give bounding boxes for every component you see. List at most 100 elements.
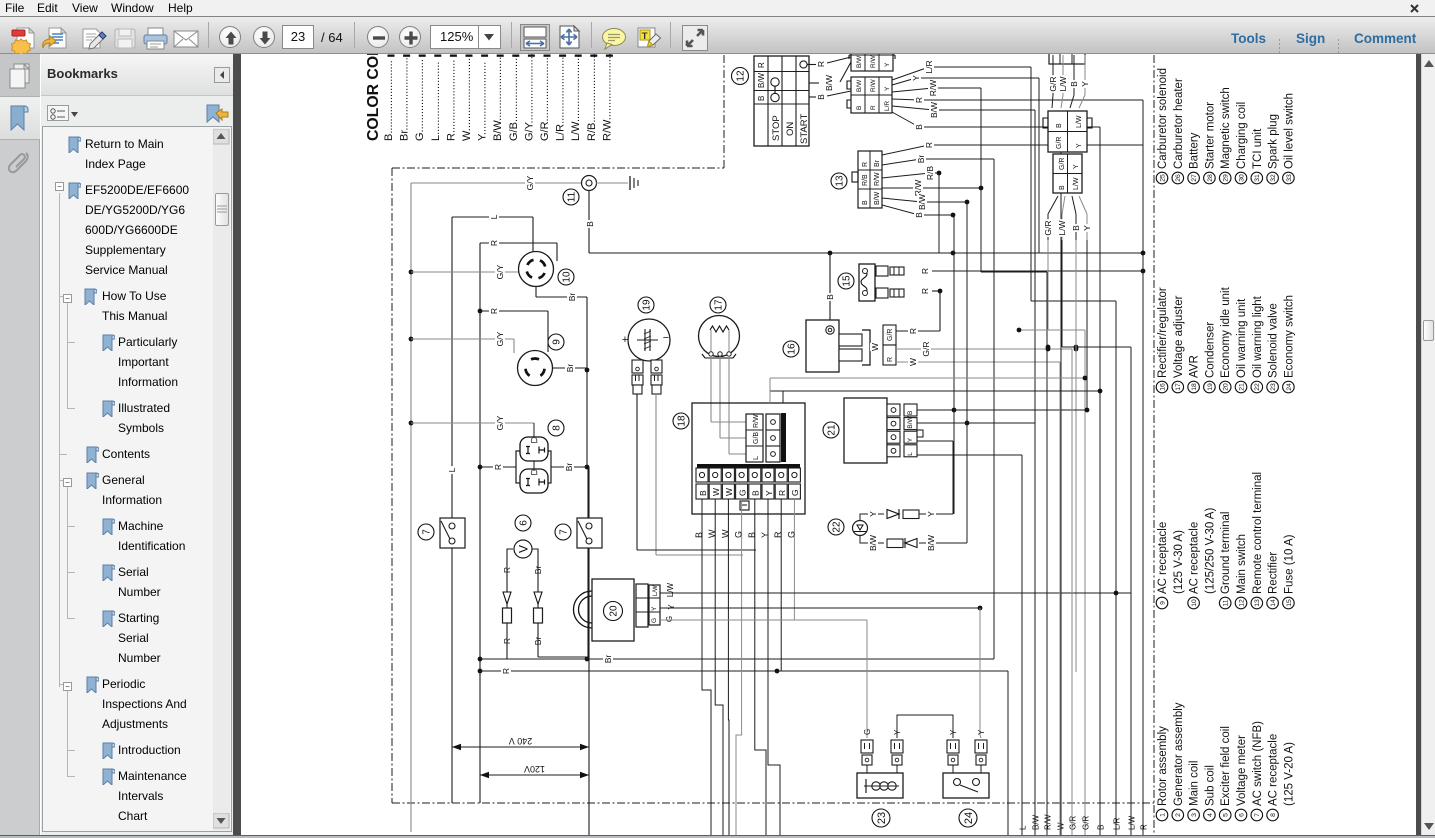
svg-text:B/W: B/W (824, 75, 834, 91)
svg-text:Carburetor solenoid: Carburetor solenoid (1157, 68, 1169, 169)
svg-text:Charging coil: Charging coil (1236, 102, 1248, 169)
svg-text:32: 32 (1270, 174, 1277, 182)
svg-text:30: 30 (1238, 174, 1245, 182)
svg-text:26: 26 (1175, 174, 1182, 182)
svg-text:Br: Br (567, 293, 577, 302)
svg-text:G/Y: G/Y (495, 264, 505, 279)
svg-text:G/R........................: G/R........................ (539, 54, 551, 141)
svg-text:W: W (711, 488, 721, 496)
svg-text:G/R: G/R (1056, 137, 1063, 149)
svg-text:Y: Y (1080, 81, 1090, 87)
svg-text:Battery: Battery (1189, 132, 1201, 169)
svg-text:L/W: L/W (1057, 220, 1067, 235)
svg-text:22: 22 (1254, 383, 1261, 391)
svg-text:1: 1 (1159, 813, 1166, 817)
svg-text:W: W (724, 488, 734, 496)
svg-text:START: START (799, 114, 810, 144)
svg-text:R/B: R/B (925, 166, 935, 181)
svg-text:ON: ON (785, 122, 796, 136)
svg-text:G/Y: G/Y (495, 415, 505, 430)
svg-text:G/R: G/R (1043, 220, 1053, 235)
svg-text:G/R: G/R (1082, 816, 1091, 830)
svg-text:Y: Y (1082, 225, 1092, 231)
svg-text:W........................: W........................ (461, 58, 473, 141)
svg-text:Br: Br (603, 655, 613, 664)
svg-text:R: R (908, 328, 918, 334)
svg-text:B: B (1069, 81, 1079, 87)
svg-text:G/Y: G/Y (495, 331, 505, 346)
svg-text:R........................: R........................ (445, 60, 457, 141)
svg-text:L........................: L........................ (430, 62, 442, 141)
svg-text:B........................: B........................ (383, 60, 395, 141)
svg-text:COLOR CODE: COLOR CODE (365, 54, 382, 141)
svg-text:AC receptacle: AC receptacle (1157, 522, 1169, 594)
svg-text:B: B (585, 221, 595, 227)
svg-text:Y: Y (884, 86, 891, 91)
svg-text:Ground terminal: Ground terminal (1220, 512, 1232, 594)
svg-text:6: 6 (1238, 813, 1245, 817)
svg-text:10: 10 (1191, 599, 1198, 607)
svg-text:17: 17 (1175, 383, 1182, 391)
svg-text:Sub coil: Sub coil (1204, 765, 1216, 806)
svg-text:B: B (747, 532, 757, 538)
svg-text:Oil warning unit: Oil warning unit (1236, 298, 1248, 378)
svg-text:B: B (856, 106, 863, 110)
svg-text:AC switch (NFB): AC switch (NFB) (1252, 721, 1264, 806)
svg-text:B: B (1056, 123, 1063, 128)
svg-text:R: R (870, 105, 877, 110)
svg-text:31: 31 (1254, 174, 1261, 182)
svg-text:Y: Y (651, 606, 658, 611)
svg-text:R: R (914, 97, 924, 103)
svg-text:R: R (920, 268, 930, 274)
svg-text:Rectifier: Rectifier (1268, 552, 1280, 594)
svg-text:G........................: G........................ (414, 59, 426, 141)
svg-text:R/W: R/W (870, 79, 877, 93)
svg-text:TCI unit: TCI unit (1252, 128, 1264, 169)
svg-text:R: R (493, 464, 503, 470)
svg-text:B/W: B/W (1032, 814, 1041, 830)
svg-text:(125 V-20 A): (125 V-20 A) (1283, 742, 1295, 806)
svg-text:3: 3 (1191, 813, 1198, 817)
svg-text:L/W........................: L/W........................ (570, 54, 582, 141)
svg-text:Carburetor heater: Carburetor heater (1173, 78, 1185, 169)
svg-text:R/W: R/W (1044, 814, 1053, 830)
svg-text:15: 15 (1286, 599, 1293, 607)
svg-text:L/R: L/R (884, 101, 891, 111)
svg-text:19: 19 (642, 299, 653, 311)
svg-text:AVR: AVR (1189, 355, 1201, 378)
svg-text:13: 13 (835, 175, 846, 187)
svg-text:Voltage meter: Voltage meter (1236, 735, 1248, 806)
svg-text:33: 33 (1286, 174, 1293, 182)
svg-text:R: R (862, 162, 869, 167)
svg-text:Condenser: Condenser (1204, 322, 1216, 378)
svg-text:6: 6 (519, 520, 530, 526)
svg-text:G/R: G/R (921, 341, 931, 356)
svg-text:Y: Y (926, 511, 936, 517)
svg-text:Main switch: Main switch (1236, 534, 1248, 594)
svg-text:Y: Y (907, 437, 914, 442)
svg-text:Oil warning light: Oil warning light (1252, 295, 1264, 378)
svg-text:Y: Y (667, 604, 676, 610)
svg-text:W: W (707, 529, 717, 538)
svg-text:(125 V-30 A): (125 V-30 A) (1173, 530, 1185, 594)
svg-text:Starter motor: Starter motor (1204, 102, 1216, 169)
svg-text:G: G (790, 489, 800, 496)
svg-text:Oil level switch: Oil level switch (1283, 93, 1295, 169)
svg-text:24: 24 (1286, 383, 1293, 391)
svg-text:5: 5 (1223, 813, 1230, 817)
svg-text:Economy switch: Economy switch (1283, 295, 1295, 378)
svg-text:Economy idle unit: Economy idle unit (1220, 286, 1232, 378)
svg-text:29: 29 (1223, 174, 1230, 182)
svg-text:G: G (665, 616, 674, 622)
svg-text:Exciter field coil: Exciter field coil (1220, 726, 1232, 806)
svg-text:G: G (786, 531, 796, 538)
svg-text:15: 15 (842, 275, 853, 287)
svg-text:L/W: L/W (1128, 815, 1137, 830)
svg-text:18: 18 (677, 415, 688, 427)
svg-text:Magnetic switch: Magnetic switch (1220, 87, 1232, 169)
svg-text:B: B (1059, 185, 1066, 190)
svg-text:R/W: R/W (870, 55, 877, 69)
svg-text:B/W: B/W (929, 102, 939, 118)
svg-text:7: 7 (422, 529, 433, 535)
svg-text:AC receptacle: AC receptacle (1189, 522, 1201, 594)
